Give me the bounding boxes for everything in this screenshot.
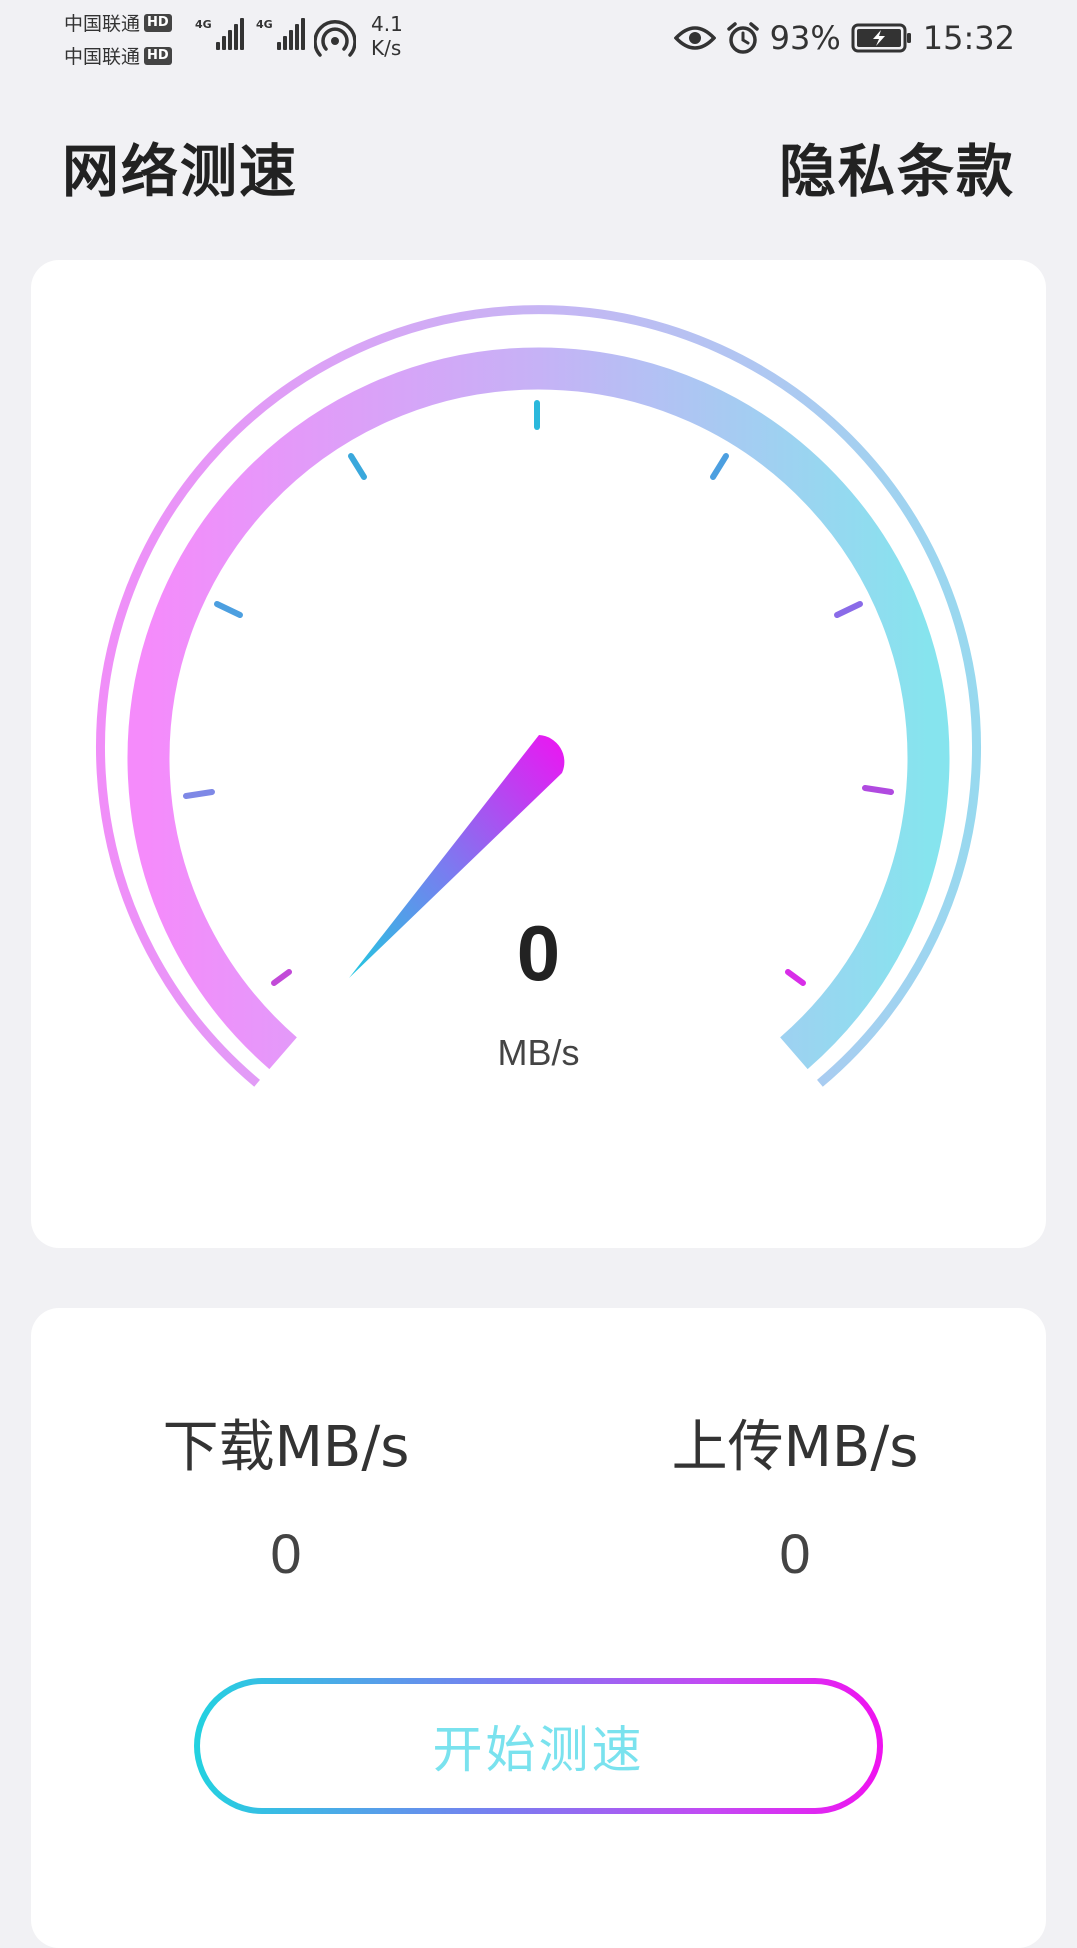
upload-value: 0	[779, 1522, 811, 1585]
page-title: 网络测速	[62, 139, 298, 205]
net-speed-indicator: 4.1 K/s	[371, 12, 403, 60]
download-result: 下载MB/s 0	[86, 1408, 486, 1594]
gauge-tick	[348, 453, 367, 480]
privacy-policy-link[interactable]: 隐私条款	[779, 126, 1015, 208]
gauge-tick	[834, 601, 863, 618]
status-right-group: 93% 15:32	[673, 12, 1015, 64]
clock-time: 15:32	[922, 19, 1015, 57]
current-speed-unit: MB/s	[497, 1032, 580, 1073]
carrier-1: 中国联通 HD	[64, 9, 172, 36]
carrier-1-label: 中国联通	[64, 13, 141, 35]
hd-badge: HD	[144, 46, 172, 65]
upload-result: 上传MB/s 0	[595, 1408, 995, 1594]
start-button-label: 开始测速	[432, 1721, 645, 1779]
alarm-icon	[726, 22, 759, 54]
gauge-tick	[183, 789, 215, 799]
carrier-2-label: 中国联通	[64, 46, 141, 68]
carrier-2: 中国联通 HD	[64, 42, 172, 69]
gauge-tick	[710, 453, 729, 480]
speed-results-card: 下载MB/s 0 上传MB/s 0 开始测速	[31, 1308, 1046, 1948]
battery-percentage: 93%	[769, 19, 841, 57]
signal-strength-icon: 4G	[195, 18, 244, 50]
upload-label: 上传MB/s	[671, 1415, 919, 1480]
gauge-tick	[862, 785, 894, 795]
speed-gauge-card: 0 MB/s	[31, 260, 1046, 1248]
gauge-ticks	[183, 400, 894, 986]
battery-charging-icon	[851, 23, 911, 53]
current-speed-value: 0	[516, 909, 561, 997]
start-speed-test-button[interactable]: 开始测速	[194, 1678, 883, 1814]
hotspot-icon	[314, 20, 356, 57]
status-bar: 中国联通 HD 中国联通 HD 4G 4G 4.1 K/s 93% 15:32	[0, 0, 1077, 80]
download-value: 0	[270, 1522, 302, 1585]
download-label: 下载MB/s	[162, 1415, 410, 1480]
eye-comfort-icon	[673, 26, 716, 50]
net-speed-unit: K/s	[371, 36, 402, 60]
network-type-label: 4G	[195, 18, 212, 31]
net-speed-value: 4.1	[371, 12, 403, 36]
network-type-label: 4G	[256, 18, 273, 31]
start-button-inner[interactable]: 开始测速	[200, 1684, 877, 1808]
gauge-tick	[214, 601, 243, 618]
hd-badge: HD	[144, 13, 172, 32]
speedometer-gauge	[96, 305, 981, 1087]
signal-strength-icon: 4G	[256, 18, 305, 50]
